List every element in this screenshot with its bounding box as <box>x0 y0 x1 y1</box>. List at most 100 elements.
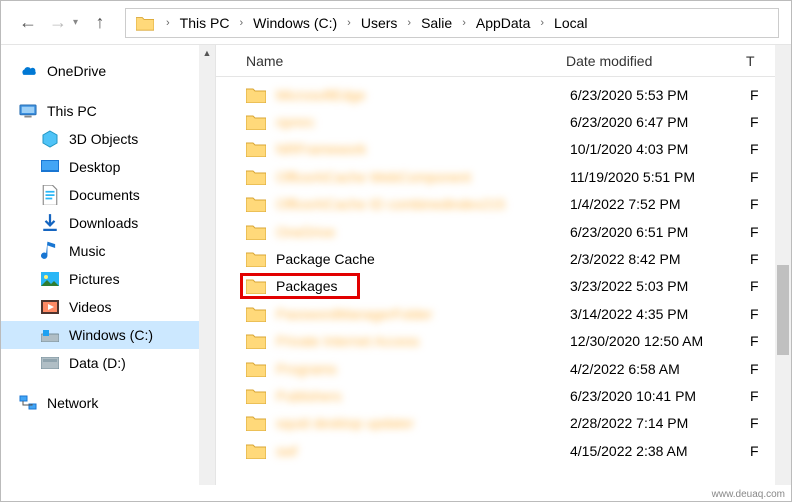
folder-icon <box>246 361 266 377</box>
folder-icon <box>246 141 266 157</box>
sidebar-label: Data (D:) <box>69 355 126 371</box>
file-row[interactable]: Programs4/2/2022 6:58 AMF <box>216 355 791 382</box>
file-row[interactable]: OfficeAICache ID combinedindex2151/4/202… <box>216 191 791 218</box>
drive-icon <box>41 354 59 372</box>
sidebar-label: Windows (C:) <box>69 327 153 343</box>
sidebar-pictures[interactable]: Pictures <box>1 265 215 293</box>
folder-icon <box>246 224 266 240</box>
back-button[interactable]: ← <box>13 8 43 38</box>
sidebar-music[interactable]: Music <box>1 237 215 265</box>
file-name: squid desktop updater <box>276 415 570 431</box>
column-headers[interactable]: Name Date modified T <box>216 45 791 77</box>
scroll-up-icon[interactable]: ▲ <box>199 45 215 61</box>
sidebar-onedrive[interactable]: OneDrive <box>1 57 215 85</box>
file-date: 3/14/2022 4:35 PM <box>570 306 750 322</box>
sidebar-label: OneDrive <box>47 63 106 79</box>
sidebar-label: 3D Objects <box>69 131 138 147</box>
sidebar-label: Downloads <box>69 215 138 231</box>
navigation-pane: OneDrive This PC 3D Objects Desktop Docu… <box>1 45 216 485</box>
network-icon <box>19 394 37 412</box>
file-row[interactable]: squid desktop updater2/28/2022 7:14 PMF <box>216 410 791 437</box>
column-date-modified[interactable]: Date modified <box>566 53 746 69</box>
navigation-bar: ← → ▾ ↑ › This PC › Windows (C:) › Users… <box>1 1 791 45</box>
file-row[interactable]: PasswordManagerFolder3/14/2022 4:35 PMF <box>216 300 791 327</box>
folder-icon <box>246 87 266 103</box>
file-name: Package Cache <box>276 251 570 267</box>
desktop-icon <box>41 158 59 176</box>
file-date: 10/1/2020 4:03 PM <box>570 141 750 157</box>
file-name: swf <box>276 443 570 459</box>
forward-button: → <box>43 8 73 38</box>
sidebar-this-pc[interactable]: This PC <box>1 97 215 125</box>
file-row[interactable]: NRFramework10/1/2020 4:03 PMF <box>216 136 791 163</box>
breadcrumb-windows-c[interactable]: Windows (C:) <box>249 9 341 37</box>
scrollbar-thumb[interactable] <box>777 265 789 355</box>
chevron-right-icon: › <box>534 17 550 29</box>
music-icon <box>41 242 59 260</box>
folder-icon <box>246 306 266 322</box>
downloads-icon <box>41 214 59 232</box>
3d-objects-icon <box>41 130 59 148</box>
file-date: 2/3/2022 8:42 PM <box>570 251 750 267</box>
address-bar[interactable]: › This PC › Windows (C:) › Users › Salie… <box>125 8 779 38</box>
breadcrumb-this-pc[interactable]: This PC <box>176 9 234 37</box>
folder-icon <box>246 443 266 459</box>
breadcrumb-local[interactable]: Local <box>550 9 591 37</box>
documents-icon <box>41 186 59 204</box>
sidebar-downloads[interactable]: Downloads <box>1 209 215 237</box>
file-name: OfficeAICache ID combinedindex215 <box>276 196 570 212</box>
up-button[interactable]: ↑ <box>85 8 115 38</box>
chevron-right-icon: › <box>160 17 176 29</box>
file-row[interactable]: Packages3/23/2022 5:03 PMF <box>216 273 791 300</box>
folder-icon <box>246 196 266 212</box>
sidebar-documents[interactable]: Documents <box>1 181 215 209</box>
sidebar-label: Videos <box>69 299 112 315</box>
chevron-right-icon: › <box>233 17 249 29</box>
file-row[interactable]: Private Internet Access12/30/2020 12:50 … <box>216 328 791 355</box>
sidebar-desktop[interactable]: Desktop <box>1 153 215 181</box>
file-date: 4/15/2022 2:38 AM <box>570 443 750 459</box>
history-dropdown[interactable]: ▾ <box>73 17 85 28</box>
file-date: 4/2/2022 6:58 AM <box>570 361 750 377</box>
watermark: www.deuaq.com <box>712 489 785 500</box>
file-name: Publishers <box>276 388 570 404</box>
file-date: 1/4/2022 7:52 PM <box>570 196 750 212</box>
breadcrumb-appdata[interactable]: AppData <box>472 9 534 37</box>
file-row[interactable]: npmrc6/23/2020 6:47 PMF <box>216 108 791 135</box>
folder-icon <box>246 114 266 130</box>
folder-icon <box>246 169 266 185</box>
sidebar-videos[interactable]: Videos <box>1 293 215 321</box>
sidebar-network[interactable]: Network <box>1 389 215 417</box>
onedrive-icon <box>19 62 37 80</box>
file-row[interactable]: MicrosoftEdge6/23/2020 5:53 PMF <box>216 81 791 108</box>
breadcrumb-users[interactable]: Users <box>357 9 402 37</box>
sidebar-scrollbar[interactable]: ▲ <box>199 45 215 485</box>
file-row[interactable]: Package Cache2/3/2022 8:42 PMF <box>216 245 791 272</box>
breadcrumb-salie[interactable]: Salie <box>417 9 456 37</box>
chevron-right-icon: › <box>456 17 472 29</box>
folder-icon <box>246 333 266 349</box>
sidebar-data-d[interactable]: Data (D:) <box>1 349 215 377</box>
file-row[interactable]: swf4/15/2022 2:38 AMF <box>216 437 791 464</box>
sidebar-label: Documents <box>69 187 140 203</box>
folder-icon <box>246 251 266 267</box>
sidebar-label: Pictures <box>69 271 120 287</box>
file-row[interactable]: OfficeAICache WebComponent11/19/2020 5:5… <box>216 163 791 190</box>
file-name: OneDrive <box>276 224 570 240</box>
chevron-right-icon: › <box>341 17 357 29</box>
file-date: 6/23/2020 10:41 PM <box>570 388 750 404</box>
chevron-right-icon: › <box>401 17 417 29</box>
file-name: Private Internet Access <box>276 333 570 349</box>
file-list-pane: Name Date modified T MicrosoftEdge6/23/2… <box>216 45 791 485</box>
file-name: OfficeAICache WebComponent <box>276 169 570 185</box>
file-row[interactable]: OneDrive6/23/2020 6:51 PMF <box>216 218 791 245</box>
sidebar-windows-c[interactable]: Windows (C:) <box>1 321 215 349</box>
column-name[interactable]: Name <box>246 53 566 69</box>
content-scrollbar[interactable] <box>775 45 791 485</box>
sidebar-label: Desktop <box>69 159 120 175</box>
file-date: 12/30/2020 12:50 AM <box>570 333 750 349</box>
sidebar-3d-objects[interactable]: 3D Objects <box>1 125 215 153</box>
pictures-icon <box>41 270 59 288</box>
file-row[interactable]: Publishers6/23/2020 10:41 PMF <box>216 382 791 409</box>
folder-icon <box>246 415 266 431</box>
